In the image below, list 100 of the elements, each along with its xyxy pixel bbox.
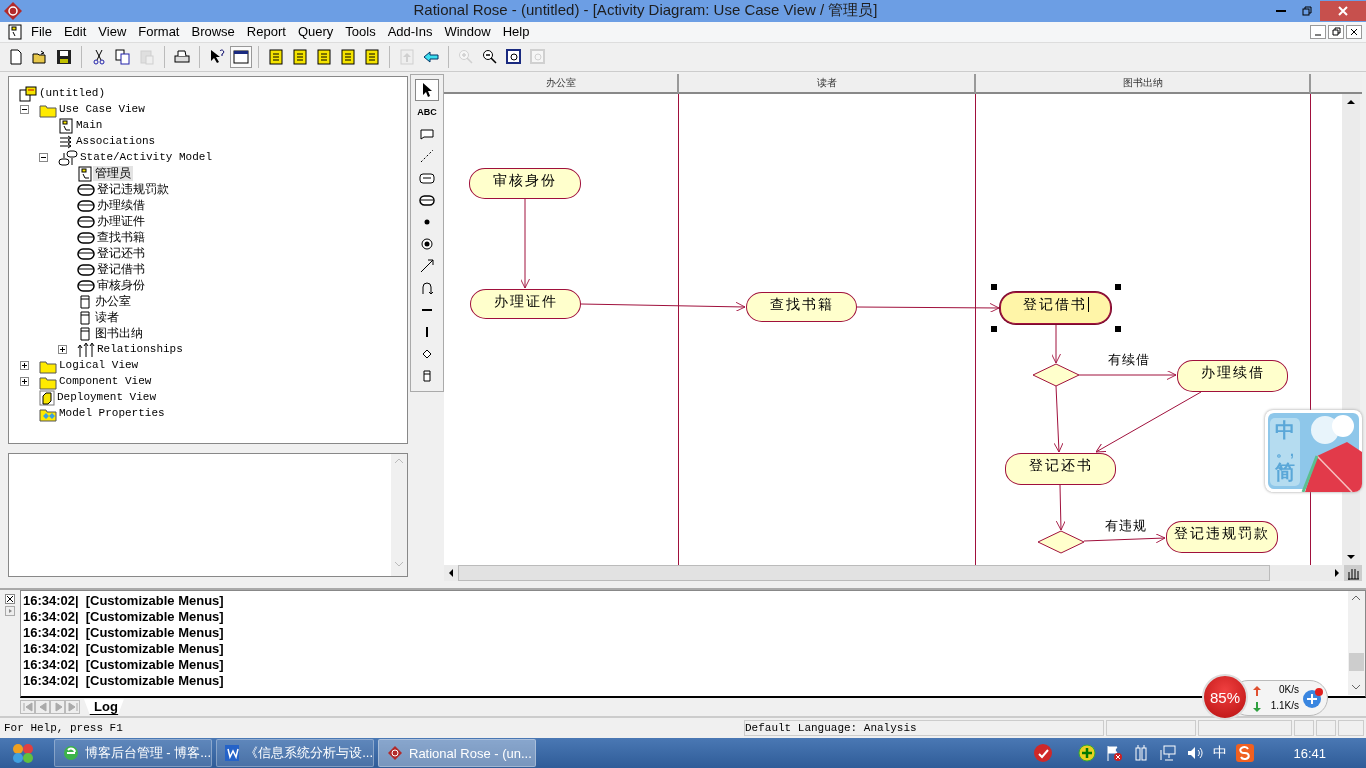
- taskbar-button[interactable]: 博客后台管理 - 博客...: [54, 739, 212, 768]
- activity-node[interactable]: 办理续借: [1177, 359, 1288, 392]
- selection-handle[interactable]: [991, 283, 997, 290]
- menu-item[interactable]: Window: [438, 24, 497, 40]
- tree-item[interactable]: Component View: [57, 374, 154, 390]
- menu-item[interactable]: Tools: [339, 24, 382, 40]
- close-button[interactable]: [1346, 24, 1362, 39]
- tree-item[interactable]: Use Case View: [57, 102, 147, 118]
- log-message: [Customizable Menus]: [85, 641, 224, 658]
- paste-icon: [139, 48, 155, 65]
- menu-item[interactable]: Report: [240, 24, 292, 40]
- toolbar-button[interactable]: [230, 45, 252, 68]
- upload-rate: 0K/s: [1279, 684, 1299, 695]
- tree-item[interactable]: 办理续借: [95, 198, 147, 214]
- log-message: [Customizable Menus]: [85, 593, 224, 610]
- clock: 16:41: [1293, 745, 1326, 761]
- tree-item[interactable]: Model Properties: [57, 406, 167, 422]
- menu-item[interactable]: Add-Ins: [381, 24, 439, 40]
- tree-item[interactable]: 图书出纳: [93, 326, 145, 342]
- expander-icon[interactable]: [20, 377, 29, 387]
- diagram-icon: [58, 117, 74, 134]
- activity-icon: [77, 213, 95, 230]
- activity-node[interactable]: 登记还书: [1005, 452, 1116, 485]
- activity-node[interactable]: 登记违规罚款: [1166, 520, 1278, 553]
- tree-item[interactable]: 登记借书: [95, 262, 147, 278]
- activity-icon: [77, 181, 95, 198]
- tree-item[interactable]: 办公室: [93, 294, 133, 310]
- minimize-button[interactable]: [1310, 24, 1326, 39]
- activity-icon: [77, 229, 95, 246]
- tree-item[interactable]: 登记还书: [95, 246, 147, 262]
- selection-handle[interactable]: [991, 325, 997, 332]
- status-panel: [1316, 720, 1336, 737]
- text-cursor: [1087, 296, 1089, 312]
- flag-icon[interactable]: [1105, 744, 1124, 763]
- menu-item[interactable]: View: [92, 24, 133, 40]
- guard-label: 有违规: [1105, 516, 1147, 535]
- menu-item[interactable]: Query: [291, 24, 340, 40]
- restore-icon: [1302, 5, 1312, 16]
- palette-tool[interactable]: [415, 78, 439, 101]
- activity-node[interactable]: 办理证件: [470, 288, 581, 319]
- menu-item[interactable]: Help: [496, 24, 536, 40]
- tree-item[interactable]: 管理员: [93, 166, 133, 182]
- input-method-indicator[interactable]: 中: [1213, 744, 1228, 763]
- tree-item[interactable]: 读者: [93, 310, 121, 326]
- arrows-icon: [58, 133, 74, 150]
- selection-handle[interactable]: [1115, 283, 1121, 290]
- arrows-icon: [77, 341, 95, 358]
- restore-button[interactable]: [1328, 24, 1344, 39]
- zoom-in-icon: [458, 48, 474, 65]
- left-arrow-icon: [423, 48, 439, 65]
- tree-item[interactable]: Main: [74, 118, 105, 134]
- activity-node[interactable]: 查找书籍: [746, 291, 857, 322]
- expander-icon[interactable]: [58, 345, 67, 355]
- close-icon[interactable]: [5, 594, 15, 605]
- log-time: 16:34:02|: [23, 625, 79, 642]
- log-time: 16:34:02|: [23, 673, 79, 690]
- tree-item[interactable]: 办理证件: [95, 214, 147, 230]
- tab-arrow-icon: [21, 700, 34, 715]
- tree-item[interactable]: 查找书籍: [95, 230, 147, 246]
- tree-item[interactable]: Logical View: [57, 358, 141, 374]
- minimize-icon: [1276, 9, 1286, 12]
- tree-item[interactable]: State/Activity Model: [78, 150, 215, 166]
- tree-item[interactable]: Associations: [74, 134, 158, 150]
- palette-tool[interactable]: ABC: [415, 100, 439, 123]
- input-app-icon[interactable]: [1236, 744, 1255, 763]
- vertical-scrollbar[interactable]: [391, 453, 407, 576]
- activity-node[interactable]: 审核身份: [469, 167, 581, 199]
- log-time: 16:34:02|: [23, 641, 79, 658]
- horizontal-bar-icon: [422, 308, 432, 311]
- plus-icon[interactable]: [1302, 687, 1324, 709]
- plus-tray-icon[interactable]: [1078, 744, 1097, 763]
- tree-item[interactable]: 登记违规罚款: [95, 182, 171, 198]
- menu-item[interactable]: Format: [132, 24, 186, 40]
- vertical-scrollbar[interactable]: [1348, 591, 1365, 696]
- menu-item[interactable]: Browse: [185, 24, 241, 40]
- status-help: For Help, press F1: [3, 722, 123, 735]
- activity-icon: [77, 245, 95, 262]
- download-arrow-icon: [1253, 702, 1261, 712]
- taskbar-button[interactable]: 《信息系统分析与设...: [216, 739, 374, 768]
- expander-icon[interactable]: [39, 153, 48, 163]
- tree-item[interactable]: Deployment View: [55, 390, 159, 406]
- deployment-icon: [39, 389, 55, 406]
- log-tab[interactable]: Log: [84, 699, 124, 716]
- swimlane-header: 办公室: [444, 73, 679, 94]
- help-tray-icon[interactable]: [1033, 743, 1054, 764]
- tree-item[interactable]: Relationships: [95, 342, 185, 358]
- expander-icon[interactable]: [20, 361, 29, 371]
- diagram-icon: [77, 165, 93, 182]
- diagram-icon: [340, 48, 356, 65]
- log-message: [Customizable Menus]: [85, 657, 224, 674]
- network-icon[interactable]: [1159, 744, 1178, 763]
- expander-icon[interactable]: [20, 105, 29, 115]
- scissors-icon: [91, 48, 107, 65]
- document-app-icon: [225, 745, 240, 762]
- save-icon: [56, 48, 72, 65]
- selection-handle[interactable]: [1115, 325, 1121, 332]
- tree-item[interactable]: (untitled): [37, 86, 107, 102]
- menu-item[interactable]: Edit: [57, 24, 93, 40]
- menu-item[interactable]: File: [25, 24, 58, 40]
- tree-item[interactable]: 审核身份: [95, 278, 147, 294]
